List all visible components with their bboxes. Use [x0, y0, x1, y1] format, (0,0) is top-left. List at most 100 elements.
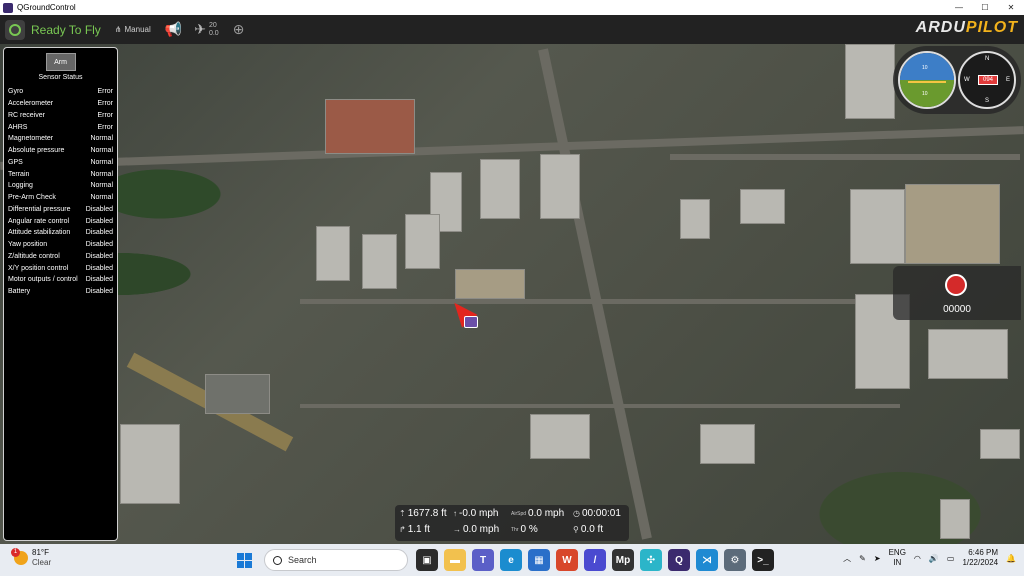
climb-rate-readout: ↑ -0.0 mph: [453, 508, 498, 519]
language-indicator[interactable]: ENG IN: [889, 548, 906, 568]
ground-speed-value: 0.0 mph: [463, 524, 500, 535]
qgc-app-icon: [3, 2, 13, 13]
qgc-menu-button[interactable]: [5, 19, 25, 40]
taskbar-app-terminal-icon[interactable]: >_: [752, 549, 774, 571]
record-button[interactable]: [945, 274, 967, 296]
tray-chevron-up-icon[interactable]: ︿: [843, 553, 851, 564]
sensor-name: Motor outputs / control: [8, 276, 78, 284]
sensor-row: Differential pressure Disabled: [8, 204, 113, 216]
arm-button[interactable]: Arm: [45, 53, 76, 71]
sensor-name: Attitude stabilization: [8, 229, 71, 237]
map-building: [940, 499, 970, 539]
taskbar-app-edge-icon[interactable]: e: [500, 549, 522, 571]
compass-north: N: [985, 56, 990, 62]
compass-south: S: [985, 98, 990, 104]
pitch-down-label: 10: [922, 91, 928, 97]
sensor-row: Magnetometer Normal: [8, 133, 113, 145]
weather-temperature: 81°F: [32, 548, 49, 557]
map-building: [205, 374, 270, 414]
taskbar-search[interactable]: Search: [264, 549, 408, 571]
sensor-row: Yaw position Disabled: [8, 239, 113, 251]
minimize-button[interactable]: —: [946, 3, 972, 12]
compass-indicator: N E S W 094: [958, 51, 1016, 109]
video-record-panel: 00000: [893, 266, 1021, 320]
weather-text: 81°F Clear: [32, 548, 51, 568]
battery-icon[interactable]: ▭: [947, 554, 955, 563]
start-icon-tile: [245, 561, 252, 568]
system-tray: ︿ ✎ ➤ ENG IN ◠ 🔊 ▭ 6:46 PM 1/22/2024 🔔: [843, 548, 1016, 568]
ardupilot-logo-pilot: PILOT: [965, 19, 1018, 36]
map-building: [480, 159, 520, 219]
taskbar-clock[interactable]: 6:46 PM 1/22/2024: [962, 548, 998, 568]
search-placeholder: Search: [288, 555, 317, 565]
sensor-status: Error: [97, 123, 113, 131]
taskbar-app-network-icon[interactable]: ✣: [640, 549, 662, 571]
compass-east: E: [1005, 77, 1010, 83]
ground-speed-icon: →: [453, 525, 461, 534]
start-button[interactable]: [237, 553, 252, 568]
sensor-row: Angular rate control Disabled: [8, 215, 113, 227]
altitude-readout: ⇡ 1677.8 ft: [399, 508, 447, 519]
tray-send-icon[interactable]: ➤: [874, 554, 881, 563]
sensor-row: Motor outputs / control Disabled: [8, 274, 113, 286]
messages-icon[interactable]: 📢: [165, 21, 182, 38]
start-icon-tile: [237, 561, 244, 568]
sensor-row: Pre-Arm Check Normal: [8, 192, 113, 204]
map-road: [300, 299, 900, 304]
gps-indicator[interactable]: ✈ 20 0.0: [194, 21, 218, 38]
weather-sun-icon: 1: [11, 548, 28, 565]
sensor-name: Accelerometer: [8, 100, 54, 108]
flight-time-readout: ◷ 00:00:01: [573, 508, 621, 519]
taskbar-app-pen-icon[interactable]: /: [584, 549, 606, 571]
sensor-status: Disabled: [85, 241, 113, 249]
taskbar-app-settings-icon[interactable]: ⚙: [724, 549, 746, 571]
taskbar-app-qgc-icon[interactable]: Q: [668, 549, 690, 571]
compass-west: W: [964, 77, 970, 83]
home-position-marker[interactable]: [464, 316, 478, 328]
volume-icon[interactable]: 🔊: [929, 554, 939, 563]
gps-values: 20 0.0: [209, 22, 219, 38]
distance-readout: ⚲ 0.0 ft: [573, 524, 603, 535]
wifi-icon[interactable]: ◠: [914, 554, 921, 563]
taskbar-app-store-icon[interactable]: ▦: [528, 549, 550, 571]
sensor-row: Logging Normal: [8, 180, 113, 192]
tray-pen-icon[interactable]: ✎: [859, 554, 866, 563]
flight-instruments[interactable]: 10 10 N E S W 094: [893, 46, 1021, 114]
taskbar-app-teams-icon[interactable]: T: [472, 549, 494, 571]
sensor-row: GPS Normal: [8, 157, 113, 169]
relative-altitude-value: 1.1 ft: [407, 524, 430, 535]
satellite-map[interactable]: [0, 44, 1024, 544]
weather-widget[interactable]: 1 81°F Clear: [11, 548, 51, 568]
close-button[interactable]: ✕: [998, 3, 1024, 12]
pinned-apps: ▣ ▬ Te ▦ W / Mp ✣ Q ⋊ ⚙ >_: [416, 549, 774, 571]
map-building: [316, 226, 350, 281]
taskbar-app-vscode-icon[interactable]: ⋊: [696, 549, 718, 571]
taskbar-app-explorer-icon[interactable]: ▬: [444, 549, 466, 571]
rc-rssi-icon[interactable]: ⊕: [233, 21, 245, 38]
maximize-button[interactable]: ☐: [972, 3, 998, 12]
taskbar-app-files-icon[interactable]: ▣: [416, 549, 438, 571]
notification-bell-icon[interactable]: 🔔: [1006, 554, 1016, 563]
flight-mode-selector[interactable]: ⋔ Manual: [115, 25, 151, 34]
taskbar-app-mp-icon[interactable]: Mp: [612, 549, 634, 571]
sensor-name: Absolute pressure: [8, 147, 65, 155]
map-building: [405, 214, 440, 269]
sensor-name: Differential pressure: [8, 205, 71, 213]
sensor-status: Normal: [90, 158, 113, 166]
sensor-name: Pre-Arm Check: [8, 194, 56, 202]
telemetry-panel[interactable]: ⇡ 1677.8 ft ↑ -0.0 mph AirSpd 0.0 mph ◷ …: [395, 505, 629, 541]
clock-date: 1/22/2024: [962, 558, 999, 567]
throttle-readout: Thr 0 %: [511, 524, 538, 535]
heading-readout: 094: [978, 75, 998, 85]
vehicle-status[interactable]: Ready To Fly: [31, 23, 101, 37]
sensor-status: Normal: [90, 182, 113, 190]
sensor-name: Gyro: [8, 88, 24, 96]
taskbar-app-office-icon[interactable]: W: [556, 549, 578, 571]
sensor-name: Z/altitude control: [8, 252, 60, 260]
start-icon-tile: [245, 553, 252, 560]
sensor-name: RC receiver: [8, 111, 45, 119]
sensor-status: Disabled: [85, 276, 113, 284]
sensor-status: Disabled: [85, 229, 113, 237]
sensor-row: AHRS Error: [8, 121, 113, 133]
windows-taskbar: 1 81°F Clear Search ▣ ▬ Te ▦ W / Mp ✣ Q ⋊ ⚙ >_ ︿ ✎ …: [0, 544, 1024, 576]
